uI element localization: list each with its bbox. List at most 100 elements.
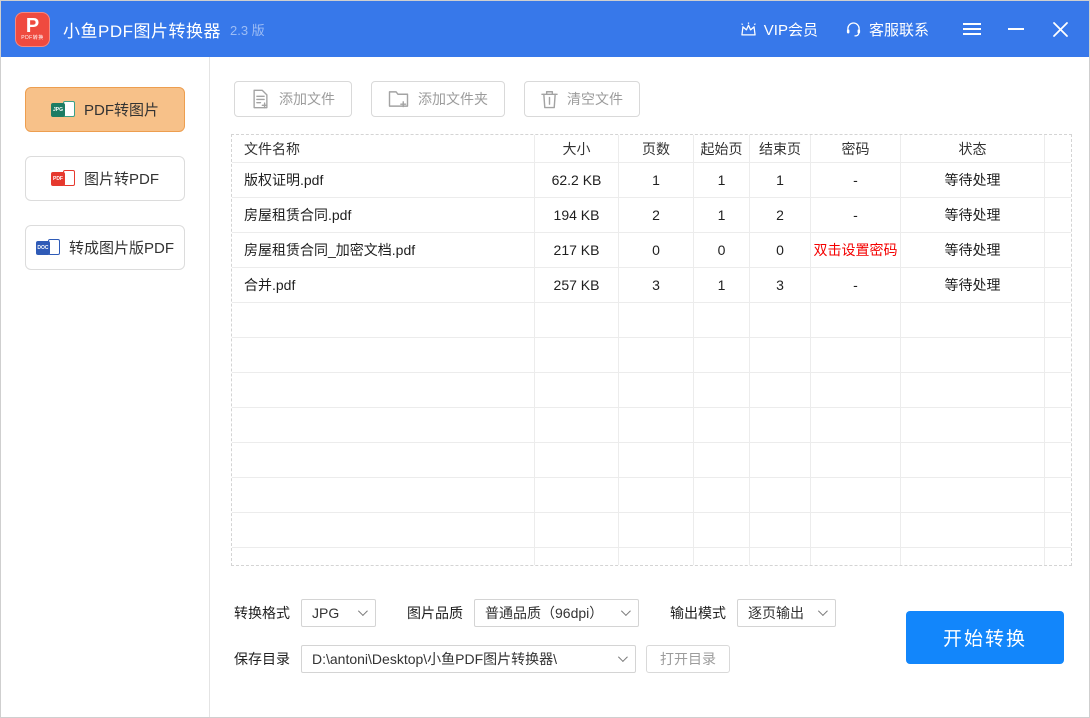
- quality-label: 图片品质: [407, 603, 463, 623]
- table-cell[interactable]: 双击设置密码: [811, 233, 901, 267]
- table-cell: 合并.pdf: [232, 268, 535, 302]
- table-cell: [535, 408, 619, 442]
- menu-button[interactable]: [961, 18, 983, 40]
- add-file-icon: [251, 89, 270, 109]
- table-cell: 0: [750, 233, 811, 267]
- table-cell: [901, 443, 1045, 477]
- table-cell: 1: [694, 163, 750, 197]
- sidebar-item-0[interactable]: JPGPDF转图片: [25, 87, 185, 132]
- chevron-down-icon: [618, 652, 628, 662]
- open-directory-button[interactable]: 打开目录: [646, 645, 730, 673]
- table-cell: 257 KB: [535, 268, 619, 302]
- table-cell: [232, 443, 535, 477]
- table-row[interactable]: 版权证明.pdf62.2 KB111-等待处理: [232, 163, 1071, 198]
- table-empty-row[interactable]: [232, 338, 1071, 373]
- crown-icon: [739, 21, 758, 38]
- table-cell-extra: [1045, 478, 1071, 512]
- hamburger-icon: [962, 22, 982, 36]
- header-cell: 状态: [901, 135, 1045, 162]
- table-cell: [901, 408, 1045, 442]
- table-cell: [750, 373, 811, 407]
- app-logo-icon: P PDF转换: [15, 12, 50, 47]
- to-image-pdf-icon: DOC: [36, 239, 60, 256]
- table-cell: 62.2 KB: [535, 163, 619, 197]
- table-row[interactable]: 合并.pdf257 KB313-等待处理: [232, 268, 1071, 303]
- app-version: 2.3 版: [230, 20, 265, 39]
- table-empty-row[interactable]: [232, 303, 1071, 338]
- table-empty-row[interactable]: [232, 408, 1071, 443]
- table-cell: [694, 478, 750, 512]
- table-empty-row[interactable]: [232, 548, 1071, 566]
- table-cell: [535, 443, 619, 477]
- table-empty-row[interactable]: [232, 478, 1071, 513]
- add-folder-button[interactable]: 添加文件夹: [371, 81, 505, 117]
- header-cell: 密码: [811, 135, 901, 162]
- table-cell-extra: [1045, 338, 1071, 372]
- table-row[interactable]: 房屋租赁合同.pdf194 KB212-等待处理: [232, 198, 1071, 233]
- table-cell: [811, 513, 901, 547]
- table-cell: 等待处理: [901, 268, 1045, 302]
- table-cell: -: [811, 198, 901, 232]
- format-select[interactable]: JPG: [301, 599, 376, 627]
- table-row[interactable]: 房屋租赁合同_加密文档.pdf217 KB000双击设置密码等待处理: [232, 233, 1071, 268]
- chevron-down-icon: [358, 606, 368, 616]
- table-cell: [694, 408, 750, 442]
- output-mode-label: 输出模式: [670, 603, 726, 623]
- table-cell: [535, 478, 619, 512]
- table-cell: [694, 443, 750, 477]
- table-cell: [901, 548, 1045, 566]
- header-cell: 页数: [619, 135, 694, 162]
- table-cell: [750, 408, 811, 442]
- table-empty-row[interactable]: [232, 513, 1071, 548]
- format-value: JPG: [312, 605, 339, 621]
- table-cell: [901, 373, 1045, 407]
- table-cell: [535, 373, 619, 407]
- table-cell: [232, 478, 535, 512]
- add-file-button[interactable]: 添加文件: [234, 81, 352, 117]
- table-empty-row[interactable]: [232, 373, 1071, 408]
- table-cell: [901, 303, 1045, 337]
- table-cell: [535, 303, 619, 337]
- customer-support-button[interactable]: 客服联系: [844, 19, 929, 40]
- table-cell: [811, 303, 901, 337]
- table-cell: 版权证明.pdf: [232, 163, 535, 197]
- table-cell-extra: [1045, 548, 1071, 566]
- clear-files-button[interactable]: 清空文件: [524, 81, 640, 117]
- table-empty-row[interactable]: [232, 443, 1071, 478]
- table-cell: 1: [694, 198, 750, 232]
- vip-member-button[interactable]: VIP会员: [739, 19, 818, 40]
- table-cell-extra: [1045, 135, 1071, 162]
- sidebar-item-label: PDF转图片: [84, 99, 159, 120]
- table-cell-extra: [1045, 268, 1071, 302]
- table-cell: [619, 408, 694, 442]
- table-cell: [232, 513, 535, 547]
- quality-select[interactable]: 普通品质（96dpi）: [474, 599, 639, 627]
- image-to-pdf-icon: PDF: [51, 170, 75, 187]
- table-cell: [232, 548, 535, 566]
- table-cell: 3: [619, 268, 694, 302]
- save-dir-select[interactable]: D:\antoni\Desktop\小鱼PDF图片转换器\: [301, 645, 636, 673]
- table-cell: [619, 303, 694, 337]
- table-cell: [619, 338, 694, 372]
- output-mode-select[interactable]: 逐页输出: [737, 599, 836, 627]
- table-cell-extra: [1045, 373, 1071, 407]
- table-cell: [750, 443, 811, 477]
- close-button[interactable]: [1049, 18, 1071, 40]
- output-mode-value: 逐页输出: [748, 603, 804, 623]
- sidebar-item-1[interactable]: PDF 图片转PDF: [25, 156, 185, 201]
- sidebar-item-2[interactable]: DOC转成图片版PDF: [25, 225, 185, 270]
- table-cell-extra: [1045, 443, 1071, 477]
- start-conversion-button[interactable]: 开始转换: [906, 611, 1064, 664]
- minimize-button[interactable]: [1005, 18, 1027, 40]
- sidebar-item-label: 图片转PDF: [84, 168, 159, 189]
- table-cell: 房屋租赁合同_加密文档.pdf: [232, 233, 535, 267]
- table-cell: [750, 303, 811, 337]
- add-folder-label: 添加文件夹: [418, 89, 488, 109]
- table-cell: [750, 478, 811, 512]
- table-cell: [232, 338, 535, 372]
- table-cell: 1: [694, 268, 750, 302]
- table-cell: [619, 373, 694, 407]
- table-cell: [619, 548, 694, 566]
- table-cell: [694, 338, 750, 372]
- table-cell: 等待处理: [901, 233, 1045, 267]
